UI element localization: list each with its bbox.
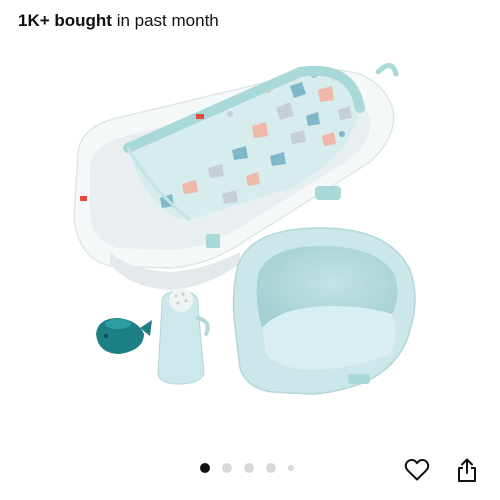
wishlist-button[interactable] <box>402 455 432 485</box>
product-image[interactable] <box>0 38 500 448</box>
heart-outline-icon <box>404 458 430 481</box>
carousel-dots <box>200 462 294 474</box>
bought-suffix: in past month <box>111 11 219 30</box>
tub-hook <box>375 63 399 77</box>
sling-clip <box>206 234 220 248</box>
carousel-dot[interactable] <box>266 463 276 473</box>
carousel-dot[interactable] <box>244 463 254 473</box>
brand-logo-icon <box>80 196 87 201</box>
tub-foot <box>315 186 341 200</box>
sling-logo-icon <box>196 114 204 119</box>
rinse-cup <box>157 288 210 385</box>
share-button[interactable] <box>452 455 482 485</box>
toddler-seat <box>232 227 416 395</box>
seat-foot <box>348 374 370 384</box>
headline: 1K+ bought in past month <box>18 9 219 33</box>
carousel-dot[interactable] <box>288 465 294 471</box>
carousel-dot[interactable] <box>222 463 232 473</box>
whale-toy <box>96 318 152 354</box>
carousel-dot[interactable] <box>200 463 210 473</box>
share-upload-icon <box>458 458 476 482</box>
bought-count: 1K+ bought <box>18 11 112 30</box>
